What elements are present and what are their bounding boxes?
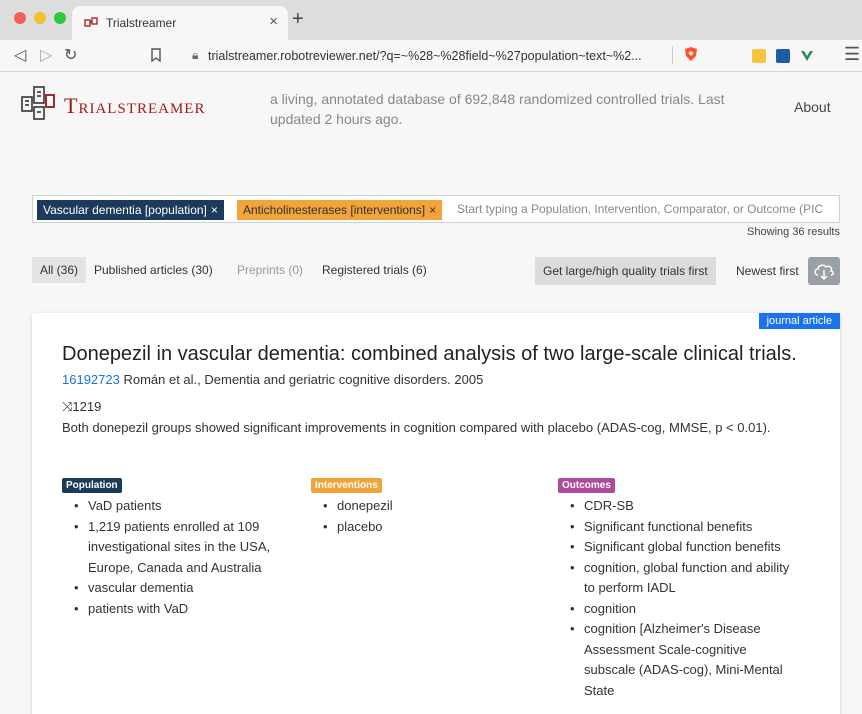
filter-registered-trials[interactable]: Registered trials (6) — [314, 257, 435, 283]
download-cloud-icon[interactable] — [808, 257, 840, 285]
extension-icon[interactable] — [776, 49, 790, 63]
filter-all[interactable]: All (36) — [32, 257, 87, 283]
list-item: cognition [Alzheimer's Disease Assessmen… — [558, 619, 798, 701]
outcomes-label: Outcomes — [558, 478, 615, 493]
new-tab-button[interactable]: + — [292, 8, 304, 31]
interventions-label: Interventions — [311, 478, 382, 493]
reload-icon[interactable]: ↻ — [64, 45, 77, 65]
list-item: vascular dementia — [62, 578, 292, 599]
list-item: cognition, global function and ability t… — [558, 558, 798, 599]
list-item: cognition — [558, 599, 798, 620]
population-column: Population VaD patients 1,219 patients e… — [62, 475, 292, 619]
interventions-list: donepezil placebo — [311, 496, 541, 537]
population-list: VaD patients 1,219 patients enrolled at … — [62, 496, 292, 619]
lock-icon: 🔒︎ — [192, 48, 199, 62]
population-chip[interactable]: Vascular dementia [population] × — [37, 200, 224, 220]
maximize-window-button[interactable] — [54, 12, 66, 24]
article-summary: Both donepezil groups showed significant… — [62, 420, 771, 435]
address-bar[interactable]: 🔒︎ trialstreamer.robotreviewer.net/?q=~%… — [180, 44, 716, 68]
sort-quality-button[interactable]: Get large/high quality trials first — [535, 257, 716, 285]
folder-extension-icon[interactable] — [752, 49, 766, 63]
chip-label: Vascular dementia [population] — [43, 203, 207, 217]
tab-title: Trialstreamer — [106, 16, 177, 30]
trialstreamer-logo-icon[interactable] — [20, 83, 56, 123]
brave-shield-icon[interactable] — [684, 46, 698, 62]
article-type-badge: journal article — [758, 313, 840, 329]
menu-icon[interactable]: ☰ — [844, 44, 860, 65]
close-window-button[interactable] — [14, 12, 26, 24]
list-item: VaD patients — [62, 496, 292, 517]
outcomes-column: Outcomes CDR-SB Significant functional b… — [558, 475, 798, 701]
trialstreamer-favicon-icon — [84, 17, 98, 27]
url-text: trialstreamer.robotreviewer.net/?q=~%28~… — [208, 49, 642, 63]
list-item: Significant global function benefits — [558, 537, 798, 558]
population-label: Population — [62, 478, 122, 493]
browser-window: Trialstreamer × + ◁ ▷ ↻ 🔒︎ trialstreamer… — [0, 0, 862, 714]
search-input[interactable] — [457, 196, 837, 222]
pmid-link[interactable]: 16192723 — [62, 372, 120, 387]
outcomes-list: CDR-SB Significant functional benefits S… — [558, 496, 798, 701]
browser-tab[interactable]: Trialstreamer × — [72, 6, 288, 40]
list-item: 1,219 patients enrolled at 109 investiga… — [62, 517, 292, 579]
list-item: placebo — [311, 517, 541, 538]
logo-text[interactable]: Trialstreamer — [64, 93, 205, 119]
filter-preprints[interactable]: Preprints (0) — [229, 257, 311, 283]
participant-count: ⤨1219 — [62, 399, 102, 414]
interventions-chip[interactable]: Anticholinesterases [interventions] × — [237, 200, 443, 220]
remove-chip-icon[interactable]: × — [211, 203, 218, 217]
list-item: Significant functional benefits — [558, 517, 798, 538]
results-count: Showing 36 results — [747, 226, 840, 238]
tab-close-icon[interactable]: × — [269, 13, 278, 30]
list-item: donepezil — [311, 496, 541, 517]
article-card: journal article Donepezil in vascular de… — [32, 313, 840, 714]
tab-strip: Trialstreamer × + — [0, 0, 862, 40]
filter-published-articles[interactable]: Published articles (30) — [86, 257, 221, 283]
browser-toolbar: ◁ ▷ ↻ 🔒︎ trialstreamer.robotreviewer.net… — [0, 40, 862, 72]
citation: Román et al., Dementia and geriatric cog… — [119, 372, 484, 387]
bookmark-icon[interactable] — [150, 48, 162, 62]
divider — [672, 46, 673, 64]
list-item: patients with VaD — [62, 599, 292, 620]
site-tagline: a living, annotated database of 692,848 … — [270, 91, 725, 127]
page-content: Trialstreamer a living, annotated databa… — [0, 73, 862, 714]
forward-icon[interactable]: ▷ — [40, 45, 52, 65]
about-link[interactable]: About — [794, 99, 831, 115]
chip-label: Anticholinesterases [interventions] — [243, 203, 426, 217]
sort-newest-button[interactable]: Newest first — [728, 257, 807, 285]
pico-search-bar[interactable]: Vascular dementia [population] × Antichol… — [32, 195, 840, 223]
list-item: CDR-SB — [558, 496, 798, 517]
minimize-window-button[interactable] — [34, 12, 46, 24]
vue-devtools-icon[interactable] — [800, 49, 814, 63]
back-icon[interactable]: ◁ — [14, 45, 26, 65]
article-title[interactable]: Donepezil in vascular dementia: combined… — [62, 343, 797, 366]
article-meta: 16192723 Román et al., Dementia and geri… — [62, 372, 483, 387]
interventions-column: Interventions donepezil placebo — [311, 475, 541, 537]
remove-chip-icon[interactable]: × — [429, 203, 436, 217]
